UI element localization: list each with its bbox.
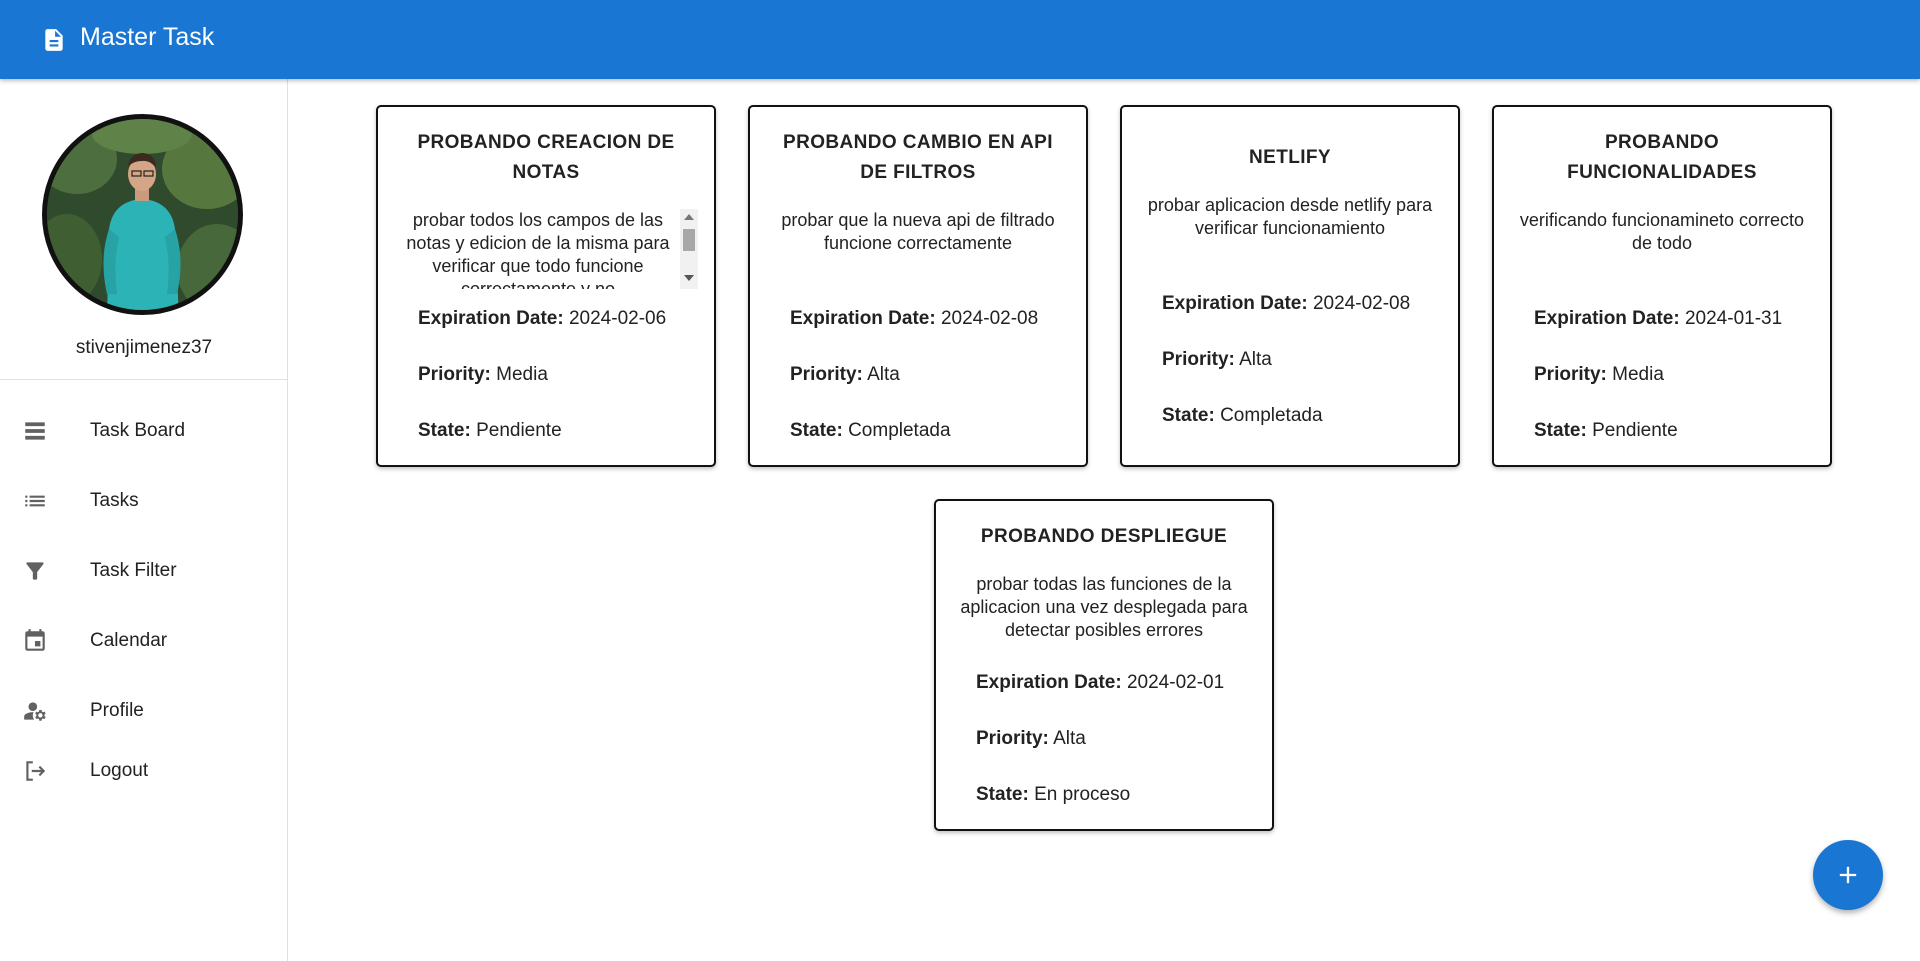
card-title: PROBANDO DESPLIEGUE (980, 526, 1228, 547)
task-card[interactable]: PROBANDO CREACION DE NOTAS probar todos … (376, 105, 716, 467)
app-title: Master Task (80, 23, 215, 51)
nav-label: Calendar (90, 630, 168, 651)
nav-label: Task Filter (90, 560, 177, 581)
priority-field: Priority: Alta (976, 728, 1086, 750)
state-value: Pendiente (1592, 420, 1678, 441)
state-label: State: (1162, 405, 1215, 426)
card-title: PROBANDO CAMBIO EN API DE FILTROS (783, 132, 1053, 183)
nav-item-task-board[interactable]: Task Board (0, 403, 288, 459)
logout-icon (22, 758, 48, 784)
expiration-value: 2024-02-06 (568, 308, 667, 329)
scroll-up-arrow-icon[interactable] (684, 214, 694, 220)
expiration-field: Expiration Date: 2024-02-08 (790, 308, 1038, 330)
expiration-label: Expiration Date: (976, 672, 1122, 693)
card-title: NETLIFY (1249, 147, 1331, 168)
expiration-label: Expiration Date: (1534, 308, 1680, 329)
state-field: State: En proceso (976, 784, 1130, 806)
expiration-label: Expiration Date: (418, 308, 564, 329)
nav-item-task-filter[interactable]: Task Filter (0, 543, 288, 599)
task-card[interactable]: NETLIFY probar aplicacion desde netlify … (1120, 105, 1460, 467)
priority-field: Priority: Media (1534, 364, 1664, 386)
expiration-field: Expiration Date: 2024-02-08 (1162, 293, 1410, 315)
state-field: State: Pendiente (1534, 420, 1678, 442)
priority-label: Priority: (976, 728, 1049, 749)
nav-label: Profile (90, 700, 144, 721)
state-label: State: (418, 420, 471, 441)
view-list-icon (22, 418, 48, 444)
manage-account-icon (22, 698, 48, 724)
priority-label: Priority: (418, 364, 491, 385)
state-label: State: (976, 784, 1029, 805)
filter-icon (22, 558, 48, 584)
divider (0, 379, 288, 380)
priority-field: Priority: Alta (790, 364, 900, 386)
nav-label: Task Board (90, 420, 186, 441)
avatar[interactable] (42, 114, 243, 315)
nav-label: Logout (90, 760, 149, 781)
task-card[interactable]: PROBANDO CAMBIO EN API DE FILTROS probar… (748, 105, 1088, 467)
card-description: probar aplicacion desde netlify para ver… (1147, 195, 1433, 238)
expiration-value: 2024-02-08 (1312, 293, 1411, 314)
priority-value: Alta (1239, 349, 1272, 370)
nav-item-profile[interactable]: Profile (0, 683, 288, 739)
priority-field: Priority: Media (418, 364, 548, 386)
priority-label: Priority: (1534, 364, 1607, 385)
expiration-field: Expiration Date: 2024-01-31 (1534, 308, 1782, 330)
state-value: Completada (848, 420, 951, 441)
state-value: Pendiente (476, 420, 562, 441)
state-field: State: Pendiente (418, 420, 562, 442)
priority-label: Priority: (790, 364, 863, 385)
priority-value: Media (496, 364, 548, 385)
avatar-photo (47, 119, 238, 310)
state-field: State: Completada (1162, 405, 1323, 427)
card-description-scroll[interactable]: probar todos los campos de las notas y e… (400, 209, 698, 289)
card-description: verificando funcionamineto correcto de t… (1519, 210, 1805, 253)
expiration-label: Expiration Date: (790, 308, 936, 329)
card-title: PROBANDO CREACION DE NOTAS (417, 132, 675, 183)
app-bar: Master Task (0, 0, 1920, 79)
state-label: State: (790, 420, 843, 441)
card-description: probar todos los campos de las notas y e… (406, 210, 670, 289)
task-card[interactable]: PROBANDO FUNCIONALIDADES verificando fun… (1492, 105, 1832, 467)
document-icon (45, 29, 63, 51)
priority-value: Alta (867, 364, 900, 385)
nav-item-calendar[interactable]: Calendar (0, 613, 288, 669)
add-icon (1839, 866, 1857, 884)
list-icon (22, 488, 48, 514)
priority-field: Priority: Alta (1162, 349, 1272, 371)
nav-item-logout[interactable]: Logout (0, 743, 288, 799)
scrollbar[interactable] (680, 209, 698, 289)
state-value: Completada (1220, 405, 1323, 426)
expiration-label: Expiration Date: (1162, 293, 1308, 314)
expiration-value: 2024-02-08 (940, 308, 1039, 329)
expiration-field: Expiration Date: 2024-02-06 (418, 308, 666, 330)
calendar-icon (22, 628, 48, 654)
sidebar: stivenjimenez37 Task Board Tasks Task Fi… (0, 79, 288, 961)
expiration-value: 2024-01-31 (1684, 308, 1783, 329)
add-task-button[interactable] (1813, 840, 1883, 910)
nav-item-tasks[interactable]: Tasks (0, 473, 288, 529)
card-description: probar todas las funciones de la aplicac… (960, 574, 1248, 640)
username: stivenjimenez37 (75, 337, 213, 358)
task-card[interactable]: PROBANDO DESPLIEGUE probar todas las fun… (934, 499, 1274, 831)
nav-label: Tasks (90, 490, 139, 511)
state-label: State: (1534, 420, 1587, 441)
state-value: En proceso (1034, 784, 1131, 805)
scrollbar-thumb[interactable] (683, 229, 695, 251)
priority-label: Priority: (1162, 349, 1235, 370)
card-description: probar que la nueva api de filtrado func… (781, 210, 1055, 253)
expiration-value: 2024-02-01 (1126, 672, 1225, 693)
card-title: PROBANDO FUNCIONALIDADES (1567, 132, 1757, 183)
scroll-down-arrow-icon[interactable] (684, 275, 694, 281)
priority-value: Alta (1053, 728, 1086, 749)
priority-value: Media (1612, 364, 1664, 385)
expiration-field: Expiration Date: 2024-02-01 (976, 672, 1224, 694)
state-field: State: Completada (790, 420, 951, 442)
